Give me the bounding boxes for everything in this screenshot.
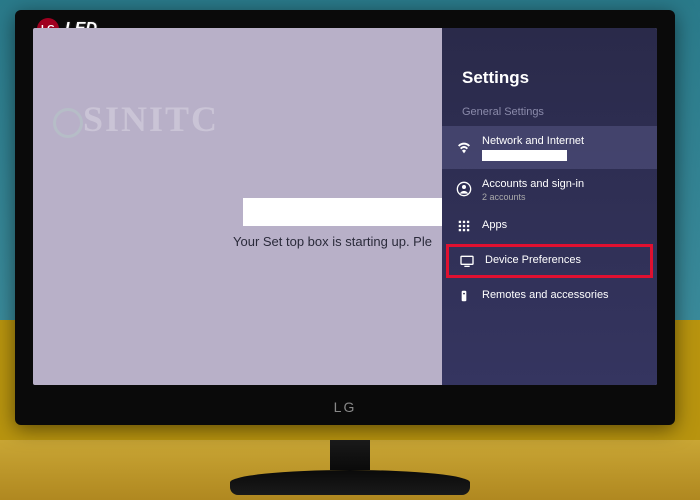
- nav-apps[interactable]: Apps: [442, 210, 657, 242]
- nav-device-preferences[interactable]: Device Preferences: [446, 244, 653, 278]
- nav-accounts[interactable]: Accounts and sign-in 2 accounts: [442, 169, 657, 209]
- tv-screen: SINITC Your Set top box is starting up. …: [33, 28, 657, 385]
- settings-panel: Settings General Settings Network and In…: [442, 28, 657, 385]
- nav-label: Accounts and sign-in: [482, 177, 584, 191]
- tv-icon: [459, 253, 475, 269]
- nav-label: Apps: [482, 218, 507, 232]
- tv-stand: [230, 440, 470, 495]
- startup-message: Your Set top box is starting up. Ple: [233, 234, 453, 249]
- wifi-icon: [456, 140, 472, 156]
- main-content: Your Set top box is starting up. Ple: [233, 198, 453, 249]
- nav-label: Network and Internet: [482, 134, 584, 148]
- settings-title: Settings: [442, 28, 657, 100]
- redacted-network-name: [482, 150, 567, 161]
- watermark: SINITC: [53, 98, 219, 140]
- account-icon: [456, 181, 472, 197]
- apps-icon: [456, 218, 472, 234]
- tv-bottom-logo: LG: [334, 399, 357, 415]
- remote-icon: [456, 288, 472, 304]
- nav-remotes[interactable]: Remotes and accessories: [442, 280, 657, 312]
- redacted-box: [243, 198, 443, 226]
- section-label: General Settings: [442, 100, 657, 126]
- nav-sublabel: 2 accounts: [482, 192, 584, 202]
- nav-label: Device Preferences: [485, 253, 581, 267]
- nav-label: Remotes and accessories: [482, 288, 609, 302]
- tv-frame: LG LED SINITC Your Set top box is starti…: [15, 10, 675, 425]
- nav-network[interactable]: Network and Internet: [442, 126, 657, 169]
